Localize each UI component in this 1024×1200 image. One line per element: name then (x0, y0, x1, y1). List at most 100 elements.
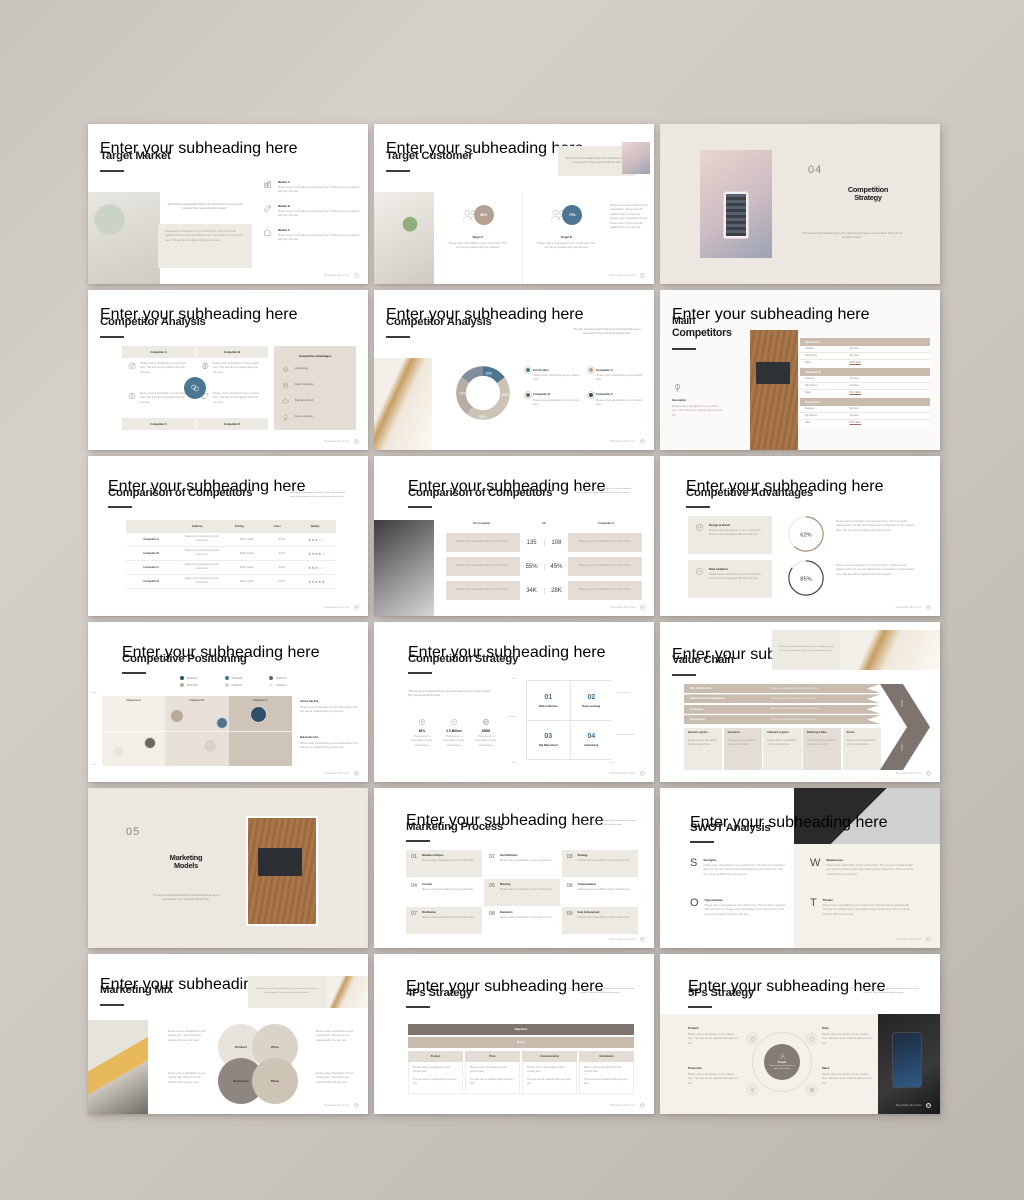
support-activity[interactable]: Technology Please enter a description of… (684, 704, 881, 714)
slide-section-marketing-models[interactable]: 05 Marketing Models "The best and most b… (88, 788, 368, 948)
market-item[interactable]: Market B Please enter a description of y… (263, 204, 361, 219)
ps-column[interactable]: Product Please enter a description of yo… (408, 1051, 463, 1094)
strategy-matrix[interactable]: 01 Data Collection 02 Deep Learning 03 B… (526, 680, 612, 760)
activity-text: Please enter a description of your conte… (770, 687, 819, 690)
matrix-cell[interactable]: 04 Advertising (569, 720, 612, 759)
primary-activity[interactable]: Outbound Logistics Please enter a descri… (763, 728, 802, 770)
column-label: Price (489, 1055, 496, 1058)
swot-quadrant[interactable]: O Opportunities Please enter a descriptio… (690, 897, 786, 917)
advantage-label: Deep Learning (295, 415, 313, 419)
slide-target-customer[interactable]: Enter your subheading here Target Custom… (374, 124, 654, 284)
support-activity[interactable]: Firm Infrastructure Please enter a descr… (684, 684, 881, 693)
cell-value: $ 37 million (849, 422, 862, 424)
market-item[interactable]: Market A Please enter a description of y… (263, 180, 361, 195)
support-activity[interactable]: Human Resource Management This text can … (684, 694, 881, 704)
advantage-card[interactable]: Design & Brand Please enter a descriptio… (688, 516, 772, 554)
slide-marketing-mix[interactable]: Enter your subheading here Marketing Mix… (88, 954, 368, 1114)
advantage-item[interactable]: Advertising (282, 366, 348, 373)
ps-item-product[interactable]: Product Please enter a description of yo… (688, 1026, 740, 1046)
matrix-cell[interactable]: 01 Data Collection (527, 681, 570, 720)
primary-activity[interactable]: Inbound Logistics Please enter a descrip… (684, 728, 723, 770)
bar-means[interactable]: Means (408, 1037, 634, 1048)
bubble-product-c[interactable] (143, 736, 156, 749)
slide-comparison-table[interactable]: Enter your subheading here Comparison of… (88, 456, 368, 616)
ps-column[interactable]: Distribution Please enter a description … (579, 1051, 634, 1094)
slide-5ps-strategy[interactable]: Enter your subheading here 5Ps Strategy … (660, 954, 940, 1114)
bullet-text: The text can be replaced with your own t… (470, 1077, 514, 1086)
process-step[interactable]: 02 Goal Definition Please enter a descript… (483, 850, 561, 877)
advantage-item[interactable]: Deep Learning (282, 414, 348, 421)
mix-venn[interactable]: Product Price Promotion Place (218, 1024, 310, 1104)
advantage-item[interactable]: Big Data Cloud (282, 398, 348, 405)
legend-item[interactable]: Product C (269, 676, 310, 680)
process-step[interactable]: 01 Situation Analysis Please enter a descr… (406, 850, 483, 877)
matrix-cell[interactable]: 02 Deep Learning (569, 681, 613, 720)
process-step[interactable]: 04 Concept Please enter a description of y… (406, 878, 483, 906)
swot-quadrant[interactable]: T Threats Please enter a description of y… (810, 897, 914, 917)
value-chain-diagram[interactable]: Firm Infrastructure Please enter a descr… (684, 684, 930, 770)
bubble-product-b[interactable] (216, 717, 228, 729)
slide-section-competition-strategy[interactable]: 04 Competition Strategy "The best and mo… (660, 124, 940, 284)
mix-circle-place[interactable]: Place (252, 1058, 298, 1104)
bubble-product-a[interactable] (250, 705, 268, 723)
matrix-cell[interactable]: 03 Big Data Cloud (527, 720, 570, 759)
slide-marketing-process[interactable]: Enter your subheading here Marketing Pro… (374, 788, 654, 948)
legend-item[interactable]: Our Product Please enter a description o… (524, 366, 581, 383)
ps-label: Place (822, 1066, 830, 1070)
slide-comparison-vs[interactable]: Enter your subheading here Comparison of… (374, 456, 654, 616)
target-card[interactable]: 70% Target B Please enter a description … (523, 192, 611, 284)
slide-competitor-analysis-quadrant[interactable]: Enter your subheading here Competitor An… (88, 290, 368, 450)
legend-item[interactable]: Product D (180, 683, 221, 687)
process-step[interactable]: 06 Implementation Please enter a descripti… (561, 878, 638, 906)
cell-label: Sales (805, 362, 811, 364)
bubble-product-e[interactable] (202, 739, 217, 754)
market-item[interactable]: Market C Please enter a description of y… (263, 228, 361, 243)
slide-target-market[interactable]: Enter your subheading here Target Market… (88, 124, 368, 284)
ps-item-promotion[interactable]: Promotion Please enter a description of … (688, 1066, 740, 1086)
slide-competitor-analysis-donut[interactable]: Enter your subheading here Competitor An… (374, 290, 654, 450)
process-step[interactable]: 05 Planning Please enter a description of … (483, 878, 561, 906)
bubble-product-d[interactable] (170, 708, 185, 723)
slide-4ps-strategy[interactable]: Enter your subheading here 4Ps Strategy … (374, 954, 654, 1114)
swot-quadrant[interactable]: W Weaknesses Please enter a description o… (810, 857, 914, 877)
mix-label: Product (235, 1045, 247, 1049)
legend-label: Competitor B (533, 393, 551, 397)
legend-item[interactable]: Competitor C Please enter a description … (587, 390, 644, 408)
legend-item[interactable]: Product F (269, 683, 310, 687)
bar-objectives[interactable]: Objectives (408, 1024, 634, 1035)
support-activity[interactable]: Procurement This text can be replaced wi… (684, 715, 881, 725)
ps-diagram[interactable]: People Please enter a description of you… (746, 1026, 818, 1098)
legend-item[interactable]: Product E (224, 683, 266, 687)
slide-competitive-advantages[interactable]: Enter your subheading here Competitive A… (660, 456, 940, 616)
slide-value-chain[interactable]: Enter your subheading here Value Chain "… (660, 622, 940, 782)
primary-activity[interactable]: Marketing & Sales This text can be repla… (802, 728, 842, 770)
ps-column[interactable]: Communication Please enter a description… (522, 1051, 577, 1094)
slide-competitive-positioning[interactable]: Enter your subheading here Competitive P… (88, 622, 368, 782)
axis-note-bottom: Developed Markets (616, 734, 635, 736)
process-step[interactable]: 09 Goal Achievement Please enter a descrip… (561, 907, 638, 934)
cell-label: Data Collection (538, 704, 558, 708)
process-step[interactable]: 03 Strategy Please enter a description of … (561, 850, 638, 877)
positioning-matrix[interactable]: Categories A Categories B Categories C (102, 696, 292, 766)
legend-item[interactable]: Competitor B Please enter a description … (524, 390, 581, 408)
advantage-item[interactable]: Data Collection (282, 382, 348, 389)
cell-rating: ★★★★★ (307, 579, 326, 584)
slide-swot-analysis[interactable]: Enter your subheading here SWOT Analysis… (660, 788, 940, 948)
ps-item-price[interactable]: Price Please enter a description of your… (822, 1026, 874, 1046)
note-below: Below the line Please enter a descriptio… (300, 736, 358, 751)
target-card[interactable]: 60% Target A Please enter a description … (434, 192, 523, 284)
cell-users: 2.5 M (278, 538, 285, 541)
process-step[interactable]: 07 Distribution Please enter a description… (406, 907, 483, 934)
legend-item[interactable]: Competitor A Please enter a description … (587, 366, 644, 383)
advantage-card[interactable]: Data Analytics Please enter a descriptio… (688, 560, 772, 598)
primary-activity[interactable]: Service Please enter a description of yo… (842, 728, 881, 770)
slide-competition-strategy[interactable]: Enter your subheading here Competition S… (374, 622, 654, 782)
legend-item[interactable]: Product B (224, 676, 266, 680)
ps-item-place[interactable]: Place Please enter a description of your… (822, 1066, 874, 1086)
ps-column[interactable]: Price Please enter a description of your… (465, 1051, 520, 1094)
legend-item[interactable]: Product A (180, 676, 221, 680)
primary-activity[interactable]: Operations This text can be replaced wit… (723, 728, 762, 770)
process-step[interactable]: 08 Evaluation Please enter a description o… (483, 907, 561, 934)
swot-quadrant[interactable]: S Strengths Please enter a description of… (690, 857, 786, 877)
slide-main-competitors[interactable]: Enter your subheading here Main Competit… (660, 290, 940, 450)
